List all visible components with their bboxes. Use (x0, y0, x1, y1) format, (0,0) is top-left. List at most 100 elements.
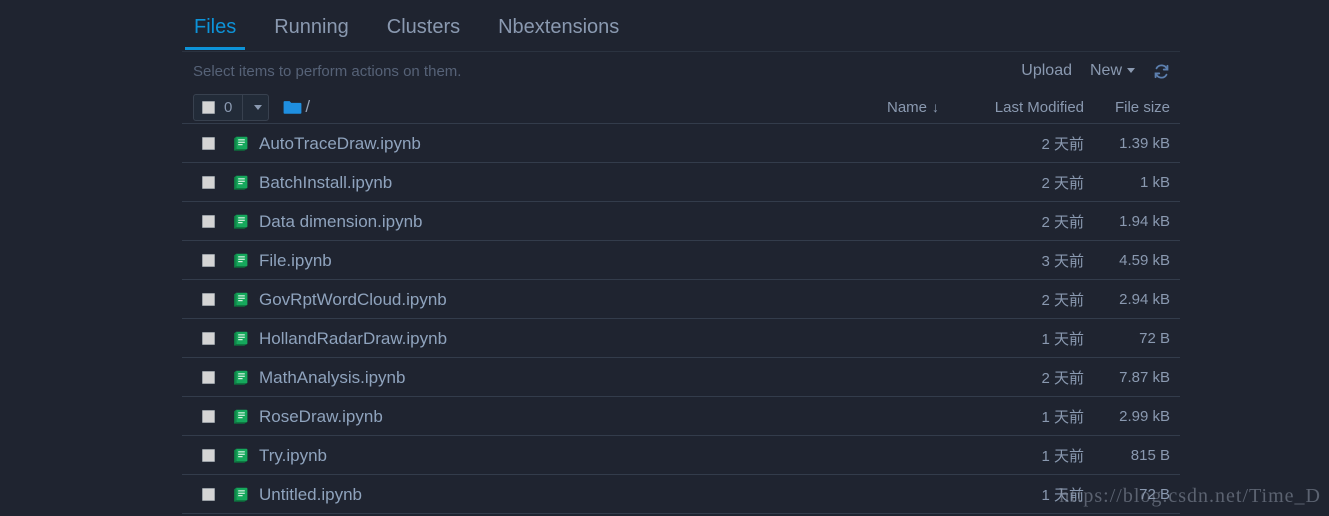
file-name-link[interactable]: Untitled.ipynb (259, 485, 362, 505)
file-size: 72 B (1139, 330, 1170, 347)
tab-running[interactable]: Running (262, 14, 361, 50)
action-buttons: Upload New (1021, 62, 1170, 80)
table-row[interactable]: AutoTraceDraw.ipynb 2 天前 1.39 kB (182, 124, 1180, 163)
file-last-modified: 2 天前 (1041, 292, 1084, 309)
file-size: 1 kB (1139, 174, 1170, 191)
upload-button[interactable]: Upload (1021, 62, 1072, 80)
upload-button-label: Upload (1021, 62, 1072, 79)
file-last-modified: 1 天前 (1041, 448, 1084, 465)
file-last-modified: 2 天前 (1041, 214, 1084, 231)
table-row[interactable]: Untitled.ipynb 1 天前 72 B (182, 475, 1180, 514)
action-bar: Select items to perform actions on them.… (182, 52, 1180, 90)
tab-clusters-label: Clusters (386, 16, 461, 38)
tab-running-label: Running (274, 16, 349, 38)
notebook-icon (215, 136, 250, 151)
tab-clusters[interactable]: Clusters (375, 14, 472, 50)
file-size: 1.39 kB (1119, 135, 1170, 152)
row-meta: 2 天前 2.94 kB (939, 289, 1170, 310)
selected-count: 0 (224, 98, 233, 116)
column-header-name[interactable]: Name ↓ (821, 99, 939, 116)
file-size: 2.99 kB (1119, 408, 1170, 425)
row-meta: 1 天前 815 B (939, 445, 1170, 466)
breadcrumb-path: / (305, 97, 311, 116)
notebook-icon (215, 409, 250, 424)
row-checkbox[interactable] (202, 410, 215, 423)
file-last-modified: 1 天前 (1041, 487, 1084, 504)
row-meta: 2 天前 1.39 kB (939, 133, 1170, 154)
column-header-last-modified[interactable]: Last Modified (939, 99, 1084, 116)
file-size: 815 B (1130, 447, 1170, 464)
file-last-modified: 2 天前 (1041, 175, 1084, 192)
sort-descending-icon: ↓ (932, 98, 939, 115)
new-dropdown-label: New (1089, 62, 1122, 79)
file-last-modified: 3 天前 (1041, 253, 1084, 270)
table-row[interactable]: Data dimension.ipynb 2 天前 1.94 kB (182, 202, 1180, 241)
file-name-link[interactable]: MathAnalysis.ipynb (259, 368, 405, 388)
file-name-link[interactable]: BatchInstall.ipynb (259, 173, 392, 193)
row-checkbox[interactable] (202, 176, 215, 189)
folder-icon (283, 100, 302, 115)
chevron-down-icon (1127, 68, 1135, 73)
jupyter-notebook-dashboard: Files Running Clusters Nbextensions Sele… (0, 0, 1329, 516)
selection-button-group: 0 (193, 93, 270, 121)
file-name-link[interactable]: RoseDraw.ipynb (259, 407, 383, 427)
notebook-icon (215, 292, 250, 307)
tab-nbextensions-label: Nbextensions (498, 16, 620, 38)
column-header-file-size[interactable]: File size (1084, 99, 1170, 116)
row-meta: 2 天前 1 kB (939, 172, 1170, 193)
breadcrumb[interactable]: / (283, 97, 310, 117)
table-row[interactable]: RoseDraw.ipynb 1 天前 2.99 kB (182, 397, 1180, 436)
row-checkbox[interactable] (202, 371, 215, 384)
tab-files[interactable]: Files (182, 14, 248, 50)
refresh-icon[interactable] (1153, 63, 1170, 80)
row-meta: 1 天前 2.99 kB (939, 406, 1170, 427)
notebook-icon (215, 214, 250, 229)
row-checkbox[interactable] (202, 137, 215, 150)
file-name-link[interactable]: HollandRadarDraw.ipynb (259, 329, 447, 349)
row-meta: 3 天前 4.59 kB (939, 250, 1170, 271)
selection-hint: Select items to perform actions on them. (193, 62, 462, 80)
table-row[interactable]: GovRptWordCloud.ipynb 2 天前 2.94 kB (182, 280, 1180, 319)
row-checkbox[interactable] (202, 215, 215, 228)
row-checkbox[interactable] (202, 449, 215, 462)
chevron-down-icon (254, 104, 263, 110)
selection-dropdown-button[interactable] (242, 94, 268, 120)
column-headers: Name ↓ Last Modified File size (821, 99, 1170, 116)
new-dropdown-button[interactable]: New (1090, 62, 1135, 80)
file-name-link[interactable]: AutoTraceDraw.ipynb (259, 134, 421, 154)
file-name-link[interactable]: GovRptWordCloud.ipynb (259, 290, 447, 310)
file-name-link[interactable]: Try.ipynb (259, 446, 327, 466)
table-row[interactable]: File.ipynb 3 天前 4.59 kB (182, 241, 1180, 280)
table-row[interactable]: HollandRadarDraw.ipynb 1 天前 72 B (182, 319, 1180, 358)
row-meta: 1 天前 72 B (939, 328, 1170, 349)
file-last-modified: 2 天前 (1041, 370, 1084, 387)
file-name-link[interactable]: File.ipynb (259, 251, 332, 271)
notebook-icon (215, 370, 250, 385)
file-size: 4.59 kB (1119, 252, 1170, 269)
row-checkbox[interactable] (202, 254, 215, 267)
file-last-modified: 1 天前 (1041, 331, 1084, 348)
column-header-name-label: Name (886, 98, 927, 116)
table-row[interactable]: Try.ipynb 1 天前 815 B (182, 436, 1180, 475)
row-checkbox[interactable] (202, 293, 215, 306)
row-meta: 2 天前 7.87 kB (939, 367, 1170, 388)
row-meta: 2 天前 1.94 kB (939, 211, 1170, 232)
select-all-checkbox[interactable] (202, 100, 215, 114)
file-size: 72 B (1139, 486, 1170, 503)
tab-nbextensions[interactable]: Nbextensions (486, 14, 631, 50)
file-list: AutoTraceDraw.ipynb 2 天前 1.39 kB BatchInsta… (182, 124, 1180, 514)
tab-files-label: Files (194, 16, 237, 38)
notebook-icon (215, 253, 250, 268)
file-size: 2.94 kB (1119, 291, 1170, 308)
dashboard-content: Files Running Clusters Nbextensions Sele… (182, 0, 1180, 516)
file-last-modified: 2 天前 (1041, 136, 1084, 153)
file-list-header: 0 / Name ↓ Last Modified File size (182, 90, 1180, 124)
row-checkbox[interactable] (202, 332, 215, 345)
table-row[interactable]: MathAnalysis.ipynb 2 天前 7.87 kB (182, 358, 1180, 397)
file-name-link[interactable]: Data dimension.ipynb (259, 212, 422, 232)
table-row[interactable]: BatchInstall.ipynb 2 天前 1 kB (182, 163, 1180, 202)
select-all-button[interactable]: 0 (194, 95, 242, 120)
row-checkbox[interactable] (202, 488, 215, 501)
tab-bar: Files Running Clusters Nbextensions (182, 0, 1180, 52)
notebook-icon (215, 487, 250, 502)
